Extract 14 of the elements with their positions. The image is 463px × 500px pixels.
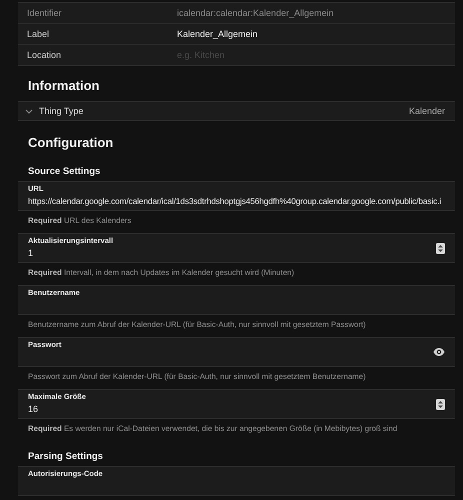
- group-title: Parsing Settings: [28, 451, 104, 462]
- spinner-icon[interactable]: [436, 398, 445, 410]
- group-title: Source Settings: [28, 166, 102, 177]
- property-value: icalendar:calendar:Kalender_Allgemein: [177, 8, 334, 18]
- thing-type-row[interactable]: Thing Type Kalender: [18, 101, 455, 121]
- spinner-icon[interactable]: [436, 242, 445, 254]
- property-label: Location: [27, 50, 62, 60]
- property-value: Kalender_Allgemein: [177, 29, 258, 39]
- property-label: Identifier: [27, 8, 63, 18]
- eye-icon[interactable]: [433, 348, 445, 356]
- section-heading: Information: [28, 78, 100, 93]
- property-label: Label: [27, 29, 50, 39]
- section-heading: Configuration: [28, 135, 114, 150]
- chevron-icon: [25, 108, 33, 114]
